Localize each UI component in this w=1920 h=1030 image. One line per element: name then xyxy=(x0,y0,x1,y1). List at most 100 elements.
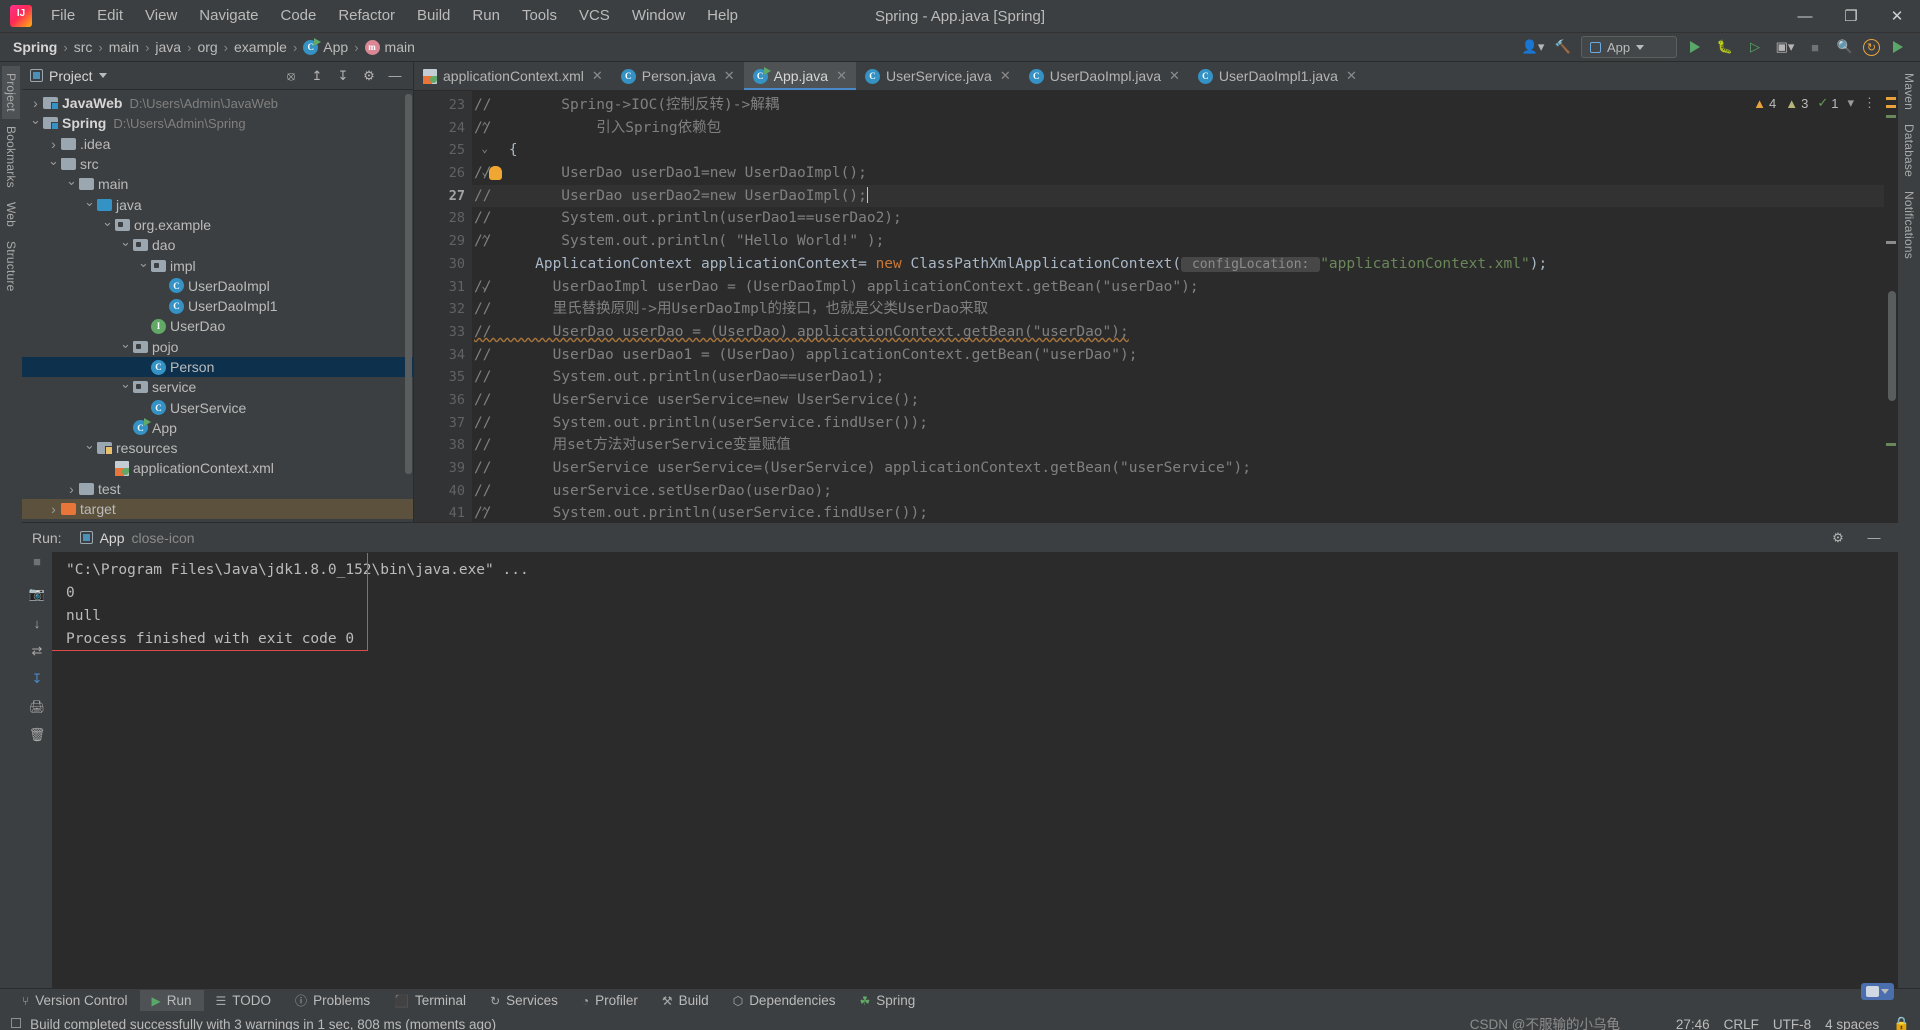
menu-navigate[interactable]: Navigate xyxy=(188,3,269,29)
line-separator[interactable]: CRLF xyxy=(1724,1017,1759,1030)
run-with-coverage-icon[interactable]: ▷ xyxy=(1743,36,1767,58)
editor-tab-applicationcontext-xml[interactable]: applicationContext.xml ✕ xyxy=(414,62,612,90)
tree-node-src[interactable]: src xyxy=(22,154,413,174)
code-text-area[interactable]: // Spring->IOC(控制反转)->解耦 // 引入Spring依赖包 {… xyxy=(472,91,1884,522)
line-number-41[interactable]: 41 ⌃ xyxy=(414,502,488,522)
inspection-chevron-icon[interactable]: ▾ xyxy=(1847,95,1854,111)
menu-tools[interactable]: Tools xyxy=(511,3,568,29)
chevron-down-icon[interactable] xyxy=(136,258,151,274)
bottom-tab-profiler[interactable]: ◔ Profiler xyxy=(570,990,650,1011)
sidebar-item-maven[interactable]: Maven xyxy=(1900,66,1918,117)
code-line-26[interactable]: // UserDao userDao1=new UserDaoImpl(); xyxy=(472,162,1884,185)
code-line-24[interactable]: // 引入Spring依赖包 xyxy=(472,117,1884,140)
editor-tab-app-java[interactable]: C App.java ✕ xyxy=(743,62,857,90)
menu-file[interactable]: File xyxy=(40,3,86,29)
tree-node-applicationcontext-xml[interactable]: applicationContext.xml xyxy=(22,458,413,478)
run-tab-app[interactable]: App close-icon xyxy=(72,527,203,549)
code-line-40[interactable]: // userService.setUserDao(userDao); xyxy=(472,480,1884,503)
menu-vcs[interactable]: VCS xyxy=(568,3,621,29)
bottom-tab-run[interactable]: ▶ Run xyxy=(139,990,204,1011)
editor-tab-userdaoimpl-java[interactable]: C UserDaoImpl.java ✕ xyxy=(1020,62,1189,90)
lock-icon[interactable]: 🔒 xyxy=(1893,1016,1910,1030)
editor-tab-person-java[interactable]: C Person.java ✕ xyxy=(612,62,744,90)
tree-node-userservice[interactable]: C UserService xyxy=(22,397,413,417)
sidebar-item-project[interactable]: Project xyxy=(2,66,20,119)
breadcrumb-main[interactable]: main xyxy=(106,37,142,57)
line-number-gutter[interactable]: 23 24 ⌃ 25 ⌄ 26 ⌄ 27 28 29 ⌃ 30 31 ⌄ 32 33 34 35 36 37 38 39 4… xyxy=(414,91,502,522)
inspection-widget[interactable]: ▲ 4 ▲ 3 ✓ 1 ▾ ⋮ xyxy=(1753,95,1876,111)
minimize-button[interactable]: — xyxy=(1782,0,1828,32)
breadcrumb-spring[interactable]: Spring xyxy=(10,37,60,57)
code-line-37[interactable]: // System.out.println(userService.findUs… xyxy=(472,412,1884,435)
editor-tab-userservice-java[interactable]: C UserService.java ✕ xyxy=(856,62,1020,90)
run-green-triangle-icon[interactable] xyxy=(1683,36,1707,58)
typos-count[interactable]: ✓ 1 xyxy=(1817,95,1838,111)
line-number-33[interactable]: 33 xyxy=(414,321,472,344)
breadcrumb-main-method[interactable]: m main xyxy=(362,37,418,57)
code-line-39[interactable]: // UserService userService=(UserService)… xyxy=(472,457,1884,480)
menu-build[interactable]: Build xyxy=(406,3,461,29)
maximize-button[interactable]: ❐ xyxy=(1828,0,1874,32)
editor-scrollbar[interactable] xyxy=(1888,291,1896,401)
menu-refactor[interactable]: Refactor xyxy=(327,3,406,29)
breadcrumb-example[interactable]: example xyxy=(231,37,290,57)
error-stripe-marker-gutter[interactable] xyxy=(1884,91,1898,522)
menu-code[interactable]: Code xyxy=(269,3,327,29)
chevron-down-icon[interactable] xyxy=(46,156,61,172)
close-button[interactable]: ✕ xyxy=(1874,0,1920,32)
line-number-23[interactable]: 23 xyxy=(414,94,472,117)
code-line-31[interactable]: // UserDaoImpl userDao = (UserDaoImpl) a… xyxy=(472,276,1884,299)
down-arrow-icon[interactable]: ↓ xyxy=(34,616,41,631)
menu-view[interactable]: View xyxy=(134,3,188,29)
code-line-30[interactable]: ApplicationContext applicationContext= n… xyxy=(472,253,1884,276)
menu-help[interactable]: Help xyxy=(696,3,749,29)
chevron-down-icon[interactable] xyxy=(82,440,97,456)
updates-icon[interactable]: ↻ xyxy=(1863,38,1880,56)
chevron-right-icon[interactable] xyxy=(64,481,79,497)
code-line-36[interactable]: // UserService userService=new UserServi… xyxy=(472,389,1884,412)
line-number-39[interactable]: 39 xyxy=(414,457,472,480)
line-number-37[interactable]: 37 xyxy=(414,412,472,435)
tree-node-dao[interactable]: dao xyxy=(22,235,413,255)
code-line-27[interactable]: // UserDao userDao2=new UserDaoImpl(); xyxy=(472,184,1884,208)
weak-warnings-count[interactable]: ▲ 3 xyxy=(1785,96,1808,111)
tree-node-spring[interactable]: Spring D:\Users\Admin\Spring xyxy=(22,113,413,133)
tree-node-app[interactable]: C App xyxy=(22,418,413,438)
camera-icon[interactable]: 📷 xyxy=(29,586,45,602)
chevron-right-icon[interactable] xyxy=(46,501,61,517)
line-number-32[interactable]: 32 xyxy=(414,298,472,321)
tree-node-javaweb[interactable]: JavaWeb D:\Users\Admin\JavaWeb xyxy=(22,93,413,113)
collapse-all-icon[interactable]: ↥ xyxy=(305,65,329,87)
editor-tab-userdaoimpl1-java[interactable]: C UserDaoImpl1.java ✕ xyxy=(1189,62,1366,90)
chevron-down-icon[interactable] xyxy=(64,176,79,192)
tree-node-service[interactable]: service xyxy=(22,377,413,397)
code-line-41[interactable]: // System.out.println(userService.findUs… xyxy=(472,502,1884,522)
sidebar-item-web[interactable]: Web xyxy=(2,195,20,234)
gear-icon[interactable]: ⚙ xyxy=(357,65,381,87)
menu-window[interactable]: Window xyxy=(621,3,696,29)
line-number-35[interactable]: 35 xyxy=(414,366,472,389)
project-tree-scrollbar[interactable] xyxy=(405,94,412,474)
code-line-34[interactable]: // UserDao userDao1 = (UserDao) applicat… xyxy=(472,344,1884,367)
tree-node-userdaoimpl1[interactable]: C UserDaoImpl1 xyxy=(22,296,413,316)
line-number-40[interactable]: 40 xyxy=(414,480,472,503)
line-number-28[interactable]: 28 xyxy=(414,207,472,230)
close-icon[interactable]: ✕ xyxy=(1169,68,1180,84)
tree-node-org-example[interactable]: org.example xyxy=(22,215,413,235)
code-line-38[interactable]: // 用set方法对userService变量赋值 xyxy=(472,434,1884,457)
tree-node-resources[interactable]: resources xyxy=(22,438,413,458)
chevron-down-icon[interactable] xyxy=(100,217,115,233)
event-log-icon[interactable]: ☐ xyxy=(10,1016,22,1030)
sidebar-item-bookmarks[interactable]: Bookmarks xyxy=(2,119,20,195)
code-editor[interactable]: 23 24 ⌃ 25 ⌄ 26 ⌄ 27 28 29 ⌃ 30 31 ⌄ 32 33 34 35 36 37 38 39 4… xyxy=(414,91,1898,522)
project-tree[interactable]: JavaWeb D:\Users\Admin\JavaWeb Spring D:\Us… xyxy=(22,90,413,522)
menu-run[interactable]: Run xyxy=(461,3,511,29)
gear-icon[interactable]: ⚙ xyxy=(1826,527,1850,549)
bottom-tab-build[interactable]: ⚒ Build xyxy=(650,990,721,1011)
scroll-to-end-icon[interactable]: ↧ xyxy=(32,671,43,687)
tree-node-java[interactable]: java xyxy=(22,194,413,214)
search-icon[interactable]: 🔍 xyxy=(1833,36,1857,58)
bottom-tab-spring[interactable]: ☘ Spring xyxy=(848,990,928,1011)
close-icon[interactable]: ✕ xyxy=(724,68,735,84)
line-number-31[interactable]: 31 ⌄ xyxy=(414,276,488,299)
